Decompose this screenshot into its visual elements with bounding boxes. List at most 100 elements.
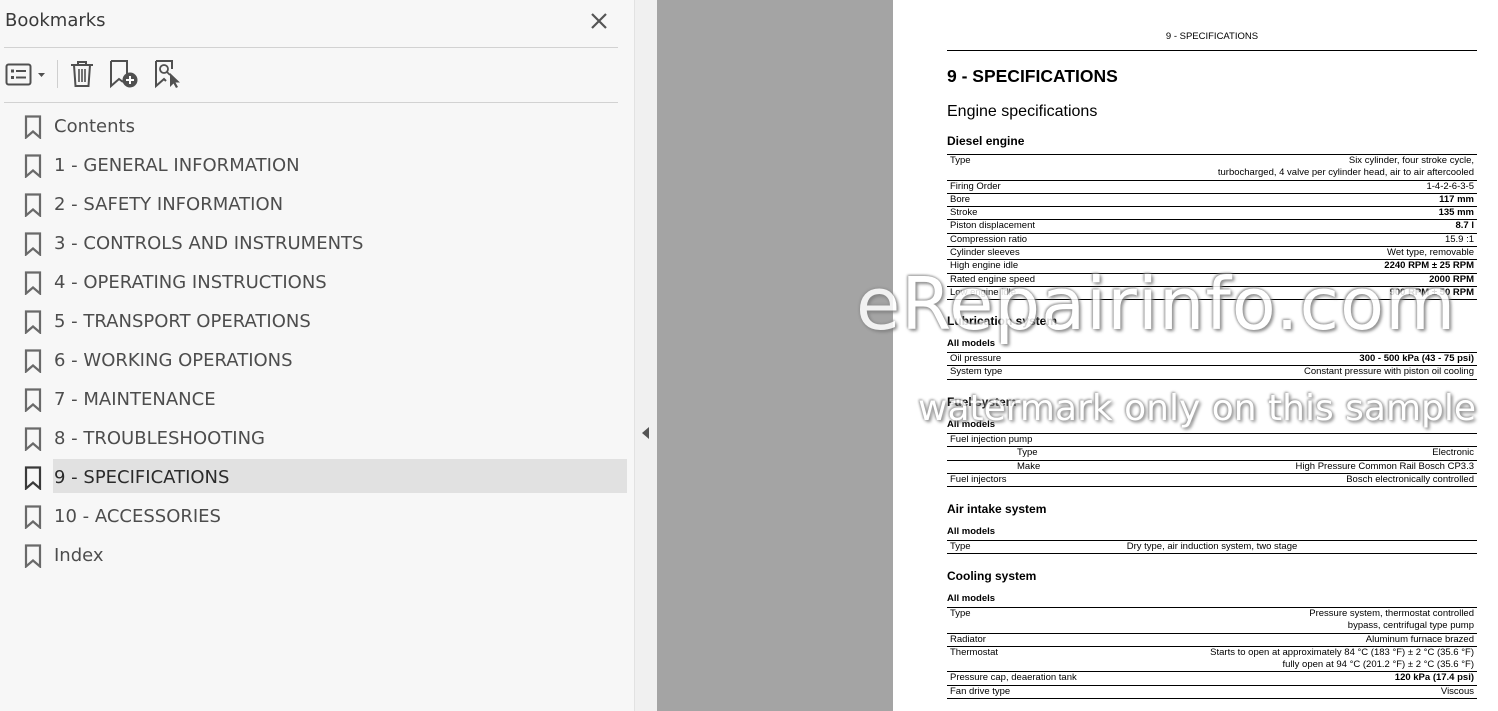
bookmark-item[interactable]: 8 - TROUBLESHOOTING (0, 420, 634, 459)
spec-table-fuel: Fuel injection pump Type Electronic Make Hig… (947, 433, 1477, 488)
bookmark-icon (24, 271, 42, 295)
bookmark-item[interactable]: 7 - MAINTENANCE (0, 381, 634, 420)
page-heading: 9 - SPECIFICATIONS (947, 66, 1118, 86)
spec-table-cooling: Type Pressure system, thermostat controll… (947, 607, 1477, 700)
spec-key: Compression ratio (950, 233, 1028, 245)
bookmark-label: 9 - SPECIFICATIONS (54, 467, 230, 488)
bookmark-icon (24, 310, 42, 334)
spec-key: Low engine idle (950, 286, 1017, 298)
spec-key: High engine idle (950, 260, 1019, 272)
bookmark-icon (24, 115, 42, 139)
bookmark-icon (24, 505, 42, 529)
spec-key: Thermostat (950, 646, 999, 658)
bookmark-label: 3 - CONTROLS AND INSTRUMENTS (54, 233, 364, 254)
spec-table-air: Type Dry type, air induction system, two … (947, 540, 1477, 555)
section-title-fuel: Fuel system (947, 395, 1017, 409)
spec-value: Wet type, removable (1387, 247, 1474, 259)
spec-row: Type Electronic (947, 446, 1477, 459)
section-title-diesel: Diesel engine (947, 134, 1025, 148)
section-title-air: Air intake system (947, 502, 1047, 516)
bookmark-label: Contents (54, 116, 135, 137)
spec-row: Bore 117 mm (947, 192, 1477, 206)
bookmark-item[interactable]: Contents (0, 108, 634, 147)
bookmark-icon (24, 544, 42, 568)
spec-value: Pressure system, thermostat controlled b… (1309, 608, 1474, 632)
divider (4, 47, 618, 48)
section-title-cooling: Cooling system (947, 569, 1037, 583)
spec-key: Type (950, 608, 971, 619)
collapse-arrow-icon[interactable] (640, 425, 652, 441)
bookmark-item[interactable]: 9 - SPECIFICATIONS (0, 459, 634, 498)
spec-key: Firing Order (950, 180, 1001, 192)
bookmark-item[interactable]: 5 - TRANSPORT OPERATIONS (0, 303, 634, 342)
spec-value: Bosch electronically controlled (1346, 473, 1474, 485)
spec-row: High engine idle 2240 RPM ± 25 RPM (947, 259, 1477, 272)
trash-icon[interactable] (68, 59, 96, 89)
bookmark-label: 2 - SAFETY INFORMATION (54, 194, 284, 215)
spec-key: System type (950, 366, 1003, 378)
models-label: All models (947, 526, 996, 537)
spec-row: Compression ratio 15.9 :1 (947, 232, 1477, 246)
toolbar-separator (57, 60, 58, 88)
spec-value: 1-4-2-6-3-5 (1426, 180, 1474, 192)
spec-table-diesel: Type Six cylinder, four stroke cycle, tur… (947, 154, 1477, 301)
spec-value: 900 RPM ± 50 RPM (1389, 286, 1474, 298)
spec-value: 8.7 l (1455, 220, 1475, 232)
page-subheading: Engine specifications (947, 103, 1098, 120)
spec-row: Type Pressure system, thermostat controll… (947, 607, 1477, 633)
bookmark-item[interactable]: 1 - GENERAL INFORMATION (0, 147, 634, 186)
divider (4, 102, 618, 103)
spec-row: System type Constant pressure with piston… (947, 365, 1477, 380)
panel-splitter[interactable] (634, 0, 657, 711)
spec-value: Dry type, air induction system, two stag… (1126, 541, 1298, 552)
spec-value: 2000 RPM (1429, 273, 1474, 285)
bookmark-label: 4 - OPERATING INSTRUCTIONS (54, 272, 327, 293)
spec-key: Fuel injection pump (950, 434, 1033, 445)
spec-value: High Pressure Common Rail Bosch CP3.3 (1295, 460, 1474, 472)
bookmark-icon (24, 232, 42, 256)
models-label: All models (947, 338, 996, 349)
spec-key: Type (950, 155, 971, 166)
spec-value: Electronic (1432, 447, 1474, 459)
bookmark-item[interactable]: 3 - CONTROLS AND INSTRUMENTS (0, 225, 634, 264)
panel-title: Bookmarks (5, 10, 106, 31)
bookmark-item[interactable]: 6 - WORKING OPERATIONS (0, 342, 634, 381)
viewer-background (657, 0, 893, 711)
bookmark-item[interactable]: 2 - SAFETY INFORMATION (0, 186, 634, 225)
spec-row: Rated engine speed 2000 RPM (947, 272, 1477, 286)
spec-row: Radiator Aluminum furnace brazed (947, 632, 1477, 646)
document-page: 9 - SPECIFICATIONS 9 - SPECIFICATIONS En… (893, 0, 1498, 711)
spec-row: Cylinder sleeves Wet type, removable (947, 246, 1477, 259)
spec-value: Viscous (1440, 685, 1474, 697)
spec-key: Pressure cap, deaeration tank (950, 672, 1077, 684)
section-title-lubrication: Lubrication system (947, 314, 1058, 328)
running-header: 9 - SPECIFICATIONS (1165, 31, 1259, 42)
bookmark-icon (24, 154, 42, 178)
bookmark-label: 6 - WORKING OPERATIONS (54, 350, 293, 371)
spec-value: 15.9 :1 (1444, 233, 1474, 245)
add-bookmark-icon[interactable] (108, 59, 140, 89)
close-icon[interactable] (584, 6, 614, 36)
spec-row: Type Six cylinder, four stroke cycle, tur… (947, 154, 1477, 180)
spec-key: Make (1017, 460, 1041, 472)
bookmark-item[interactable]: 4 - OPERATING INSTRUCTIONS (0, 264, 634, 303)
spec-row: Fuel injection pump (947, 433, 1477, 446)
spec-value: 117 mm (1439, 193, 1474, 205)
spec-value: Constant pressure with piston oil coolin… (1303, 366, 1474, 378)
bookmark-list: Contents 1 - GENERAL INFORMATION 2 - SAFET… (0, 108, 634, 576)
spec-row: Firing Order 1-4-2-6-3-5 (947, 179, 1477, 193)
bookmark-label: 5 - TRANSPORT OPERATIONS (54, 311, 311, 332)
spec-row: Fuel injectors Bosch electronically contr… (947, 472, 1477, 488)
find-bookmark-icon[interactable] (153, 59, 183, 89)
spec-key: Type (1017, 447, 1038, 459)
bookmark-label: 7 - MAINTENANCE (54, 389, 216, 410)
spec-row: Pressure cap, deaeration tank 120 kPa (17… (947, 671, 1477, 684)
bookmark-item[interactable]: 10 - ACCESSORIES (0, 498, 634, 537)
spec-row: Oil pressure 300 - 500 kPa (43 - 75 psi) (947, 352, 1477, 365)
spec-key: Radiator (950, 633, 986, 645)
spec-row: Thermostat Starts to open at approximatel… (947, 645, 1477, 672)
spec-row: Piston displacement 8.7 l (947, 219, 1477, 232)
list-options-icon[interactable] (5, 62, 47, 88)
bookmark-item[interactable]: Index (0, 537, 634, 576)
models-label: All models (947, 419, 996, 430)
